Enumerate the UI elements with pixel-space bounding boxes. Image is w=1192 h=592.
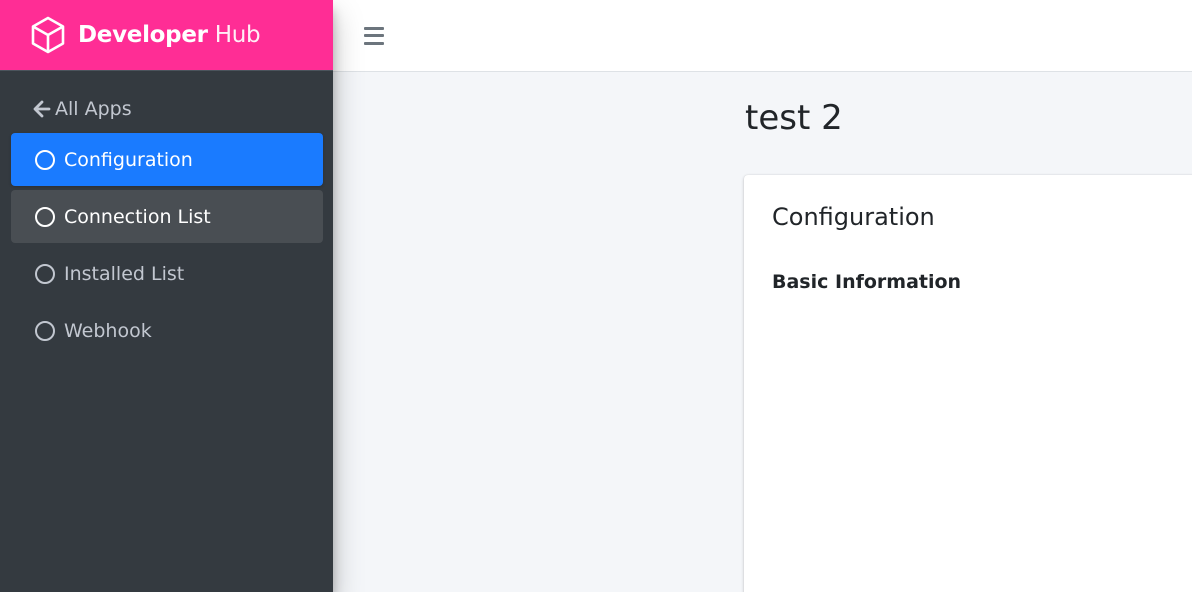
- cube-icon: [30, 16, 66, 54]
- sidebar-item-label: Installed List: [64, 262, 185, 285]
- app-root: Developer Hub All Apps Configuration Con…: [0, 0, 1192, 592]
- basic-information-heading: Basic Information: [772, 271, 962, 293]
- top-navbar: [333, 0, 1192, 72]
- sidebar-item-webhook[interactable]: Webhook: [11, 304, 323, 357]
- circle-icon: [35, 320, 55, 341]
- sidebar: Developer Hub All Apps Configuration Con…: [0, 0, 333, 592]
- circle-icon: [35, 149, 55, 170]
- sidebar-item-label: Configuration: [64, 148, 193, 171]
- all-apps-link[interactable]: All Apps: [0, 93, 333, 125]
- card-title: Configuration: [772, 203, 935, 231]
- sidebar-item-installed-list[interactable]: Installed List: [11, 247, 323, 300]
- circle-icon: [35, 206, 55, 227]
- brand-name-light: Hub: [214, 22, 261, 48]
- brand-name: Developer Hub: [78, 22, 261, 48]
- configuration-card: Configuration Basic Information: [744, 175, 1192, 592]
- sidebar-item-label: Webhook: [64, 319, 152, 342]
- sidebar-nav: Configuration Connection List Installed …: [0, 133, 333, 357]
- page-title: test 2: [745, 98, 843, 138]
- hamburger-icon[interactable]: [364, 26, 384, 45]
- brand-link[interactable]: Developer Hub: [0, 0, 333, 71]
- all-apps-label: All Apps: [55, 98, 132, 120]
- sidebar-item-label: Connection List: [64, 205, 211, 228]
- arrow-left-icon: [32, 99, 52, 119]
- sidebar-item-connection-list[interactable]: Connection List: [11, 190, 323, 243]
- circle-icon: [35, 263, 55, 284]
- sidebar-item-configuration[interactable]: Configuration: [11, 133, 323, 186]
- brand-name-bold: Developer: [78, 22, 208, 48]
